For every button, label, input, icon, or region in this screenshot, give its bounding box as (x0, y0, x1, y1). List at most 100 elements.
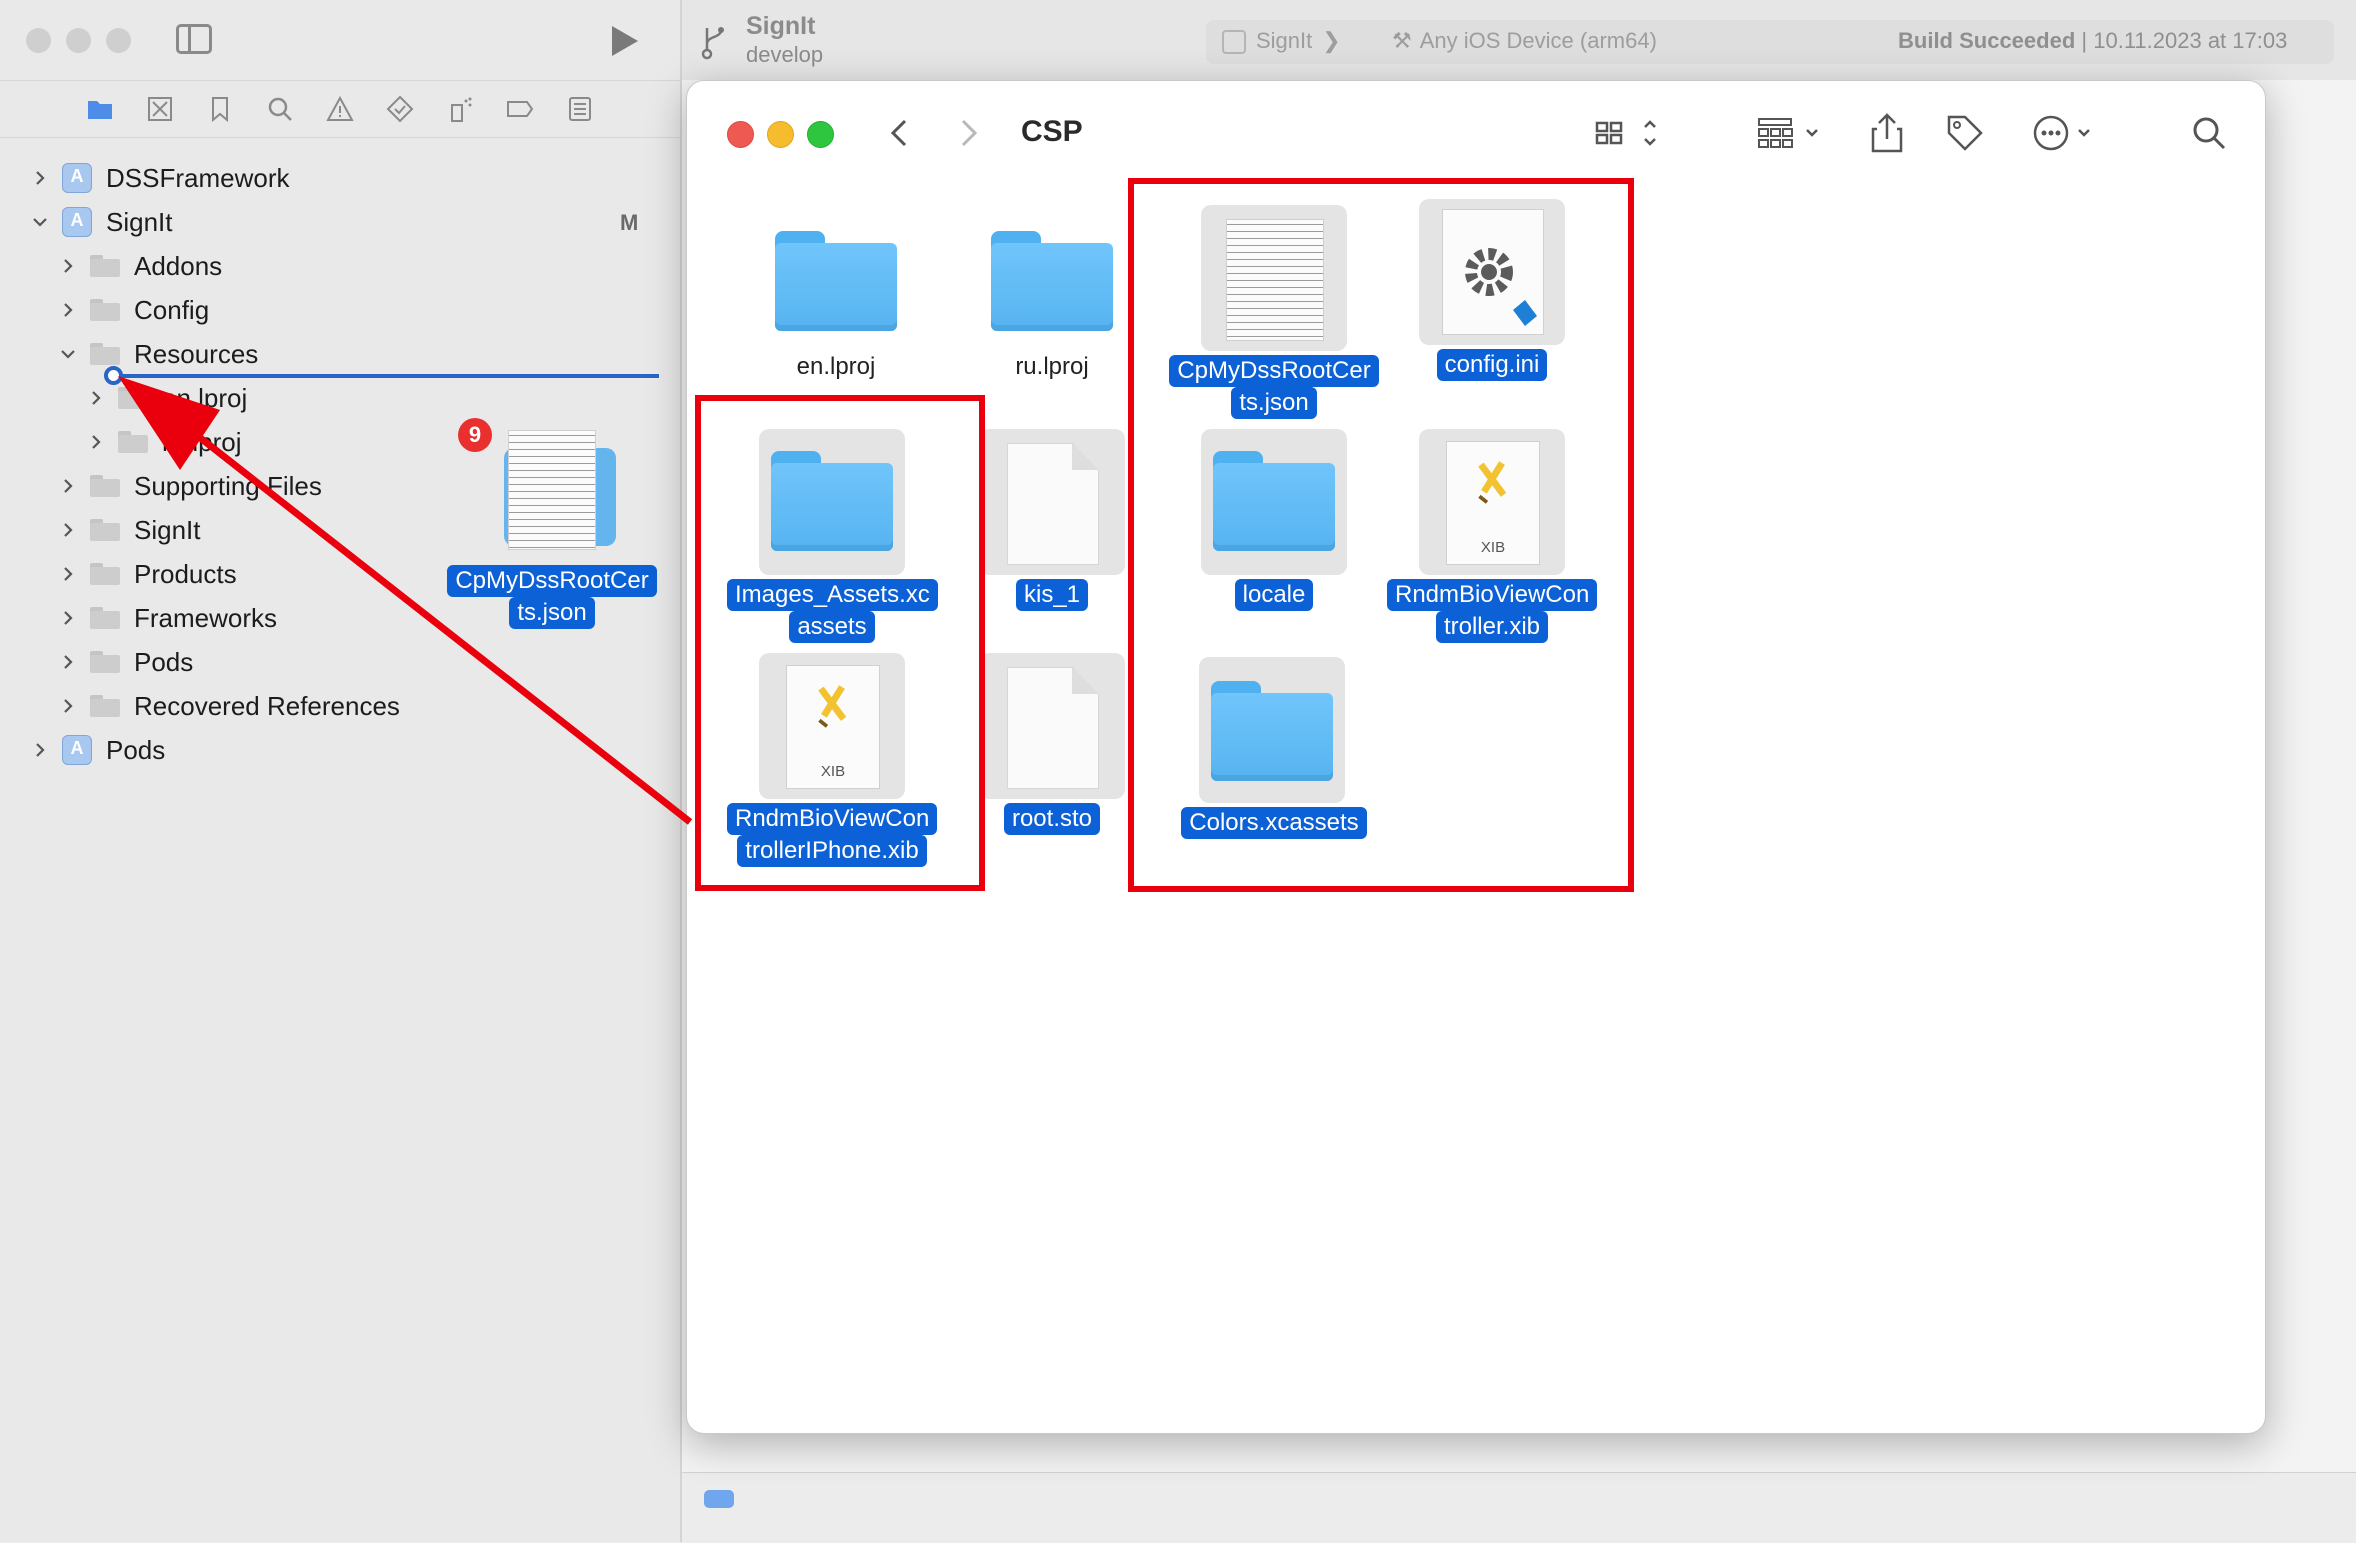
finder-window-title: CSP (1021, 115, 1083, 148)
group-folder-icon (90, 343, 120, 365)
source-control-icon[interactable] (146, 95, 174, 123)
drop-insertion-line (112, 374, 659, 378)
tree-item-dssframework[interactable]: DSSFramework (32, 158, 289, 198)
label-line1: kis_1 (1015, 579, 1089, 611)
chevron-right-icon[interactable] (60, 654, 76, 670)
bookmark-icon[interactable] (206, 95, 234, 123)
group-folder-icon (90, 563, 120, 585)
dragged-files-preview (490, 420, 620, 560)
tree-item-label: SignIt (134, 514, 201, 545)
chevron-down-icon[interactable] (60, 346, 76, 362)
zoom-window-button[interactable] (106, 28, 131, 53)
tree-item-supporting-files[interactable]: Supporting Files (60, 466, 322, 506)
drop-insertion-dot (104, 366, 123, 385)
close-window-button[interactable] (727, 121, 754, 148)
drag-count-badge: 9 (458, 418, 492, 452)
zoom-window-button[interactable] (807, 121, 834, 148)
tree-item-signit-project[interactable]: SignIt (32, 202, 173, 242)
blank-document-icon (1007, 443, 1099, 565)
chevron-right-icon[interactable] (32, 170, 48, 186)
tree-item-ru-lproj[interactable]: ru.lproj (88, 422, 241, 462)
report-list-icon[interactable] (566, 95, 594, 123)
tree-item-frameworks[interactable]: Frameworks (60, 598, 277, 638)
test-diamond-icon[interactable] (386, 95, 414, 123)
tree-item-config[interactable]: Config (60, 290, 209, 330)
hammer-icon: ⚒ (1392, 28, 1412, 53)
tree-item-resources[interactable]: Resources (60, 334, 258, 374)
branch-icon[interactable] (700, 24, 728, 60)
label-line1: root.sto (1003, 803, 1101, 835)
sidebar-toggle-icon[interactable] (176, 24, 212, 54)
group-folder-icon (118, 387, 148, 409)
tag-icon[interactable] (1945, 111, 1985, 155)
tree-item-products[interactable]: Products (60, 554, 237, 594)
find-icon[interactable] (266, 95, 294, 123)
group-folder-icon (90, 475, 120, 497)
chevron-right-icon[interactable] (60, 698, 76, 714)
run-button[interactable] (612, 26, 638, 56)
tree-item-addons[interactable]: Addons (60, 246, 222, 286)
tree-item-recovered-references[interactable]: Recovered References (60, 686, 400, 726)
xcode-project-icon (62, 735, 92, 765)
tree-item-label: Frameworks (134, 602, 278, 633)
chevron-right-icon[interactable] (88, 434, 104, 450)
navigator-tab-bar (0, 80, 680, 138)
more-actions-icon[interactable] (2031, 111, 2101, 155)
icon-view-grid-icon[interactable] (1593, 111, 1663, 155)
project-name-title: SignIt (746, 12, 816, 40)
scheme-selector[interactable]: SignIt ❯ (1222, 28, 1351, 55)
xcode-project-icon (62, 163, 92, 193)
finder-item-label: en.lproj (796, 353, 876, 380)
issue-warning-icon[interactable] (326, 95, 354, 123)
text-document-icon (508, 430, 596, 550)
chevron-right-icon[interactable] (60, 478, 76, 494)
group-folder-icon (90, 651, 120, 673)
editor-bottom-bar (682, 1472, 2356, 1543)
back-chevron-icon[interactable] (887, 111, 911, 155)
tree-item-label: Config (134, 294, 210, 325)
group-folder-icon (90, 299, 120, 321)
share-icon[interactable] (1869, 111, 1905, 155)
minimize-window-button[interactable] (66, 28, 91, 53)
tree-item-pods-project[interactable]: Pods (32, 730, 165, 770)
annotation-box-right (1128, 178, 1634, 892)
group-by-icon[interactable] (1755, 111, 1825, 155)
folder-icon (991, 231, 1113, 331)
chevron-right-icon[interactable] (60, 302, 76, 318)
project-navigator: M DSSFramework SignIt Addons Config Reso… (0, 0, 682, 1542)
folder-icon[interactable] (86, 95, 114, 123)
forward-chevron-icon[interactable] (957, 111, 981, 155)
chevron-right-icon: ❯ (1322, 28, 1341, 53)
tree-item-label: en.lproj (162, 382, 248, 413)
chevron-right-icon[interactable] (60, 522, 76, 538)
blank-document-icon (1007, 667, 1099, 789)
tree-item-pods-group[interactable]: Pods (60, 642, 193, 682)
close-window-button[interactable] (26, 28, 51, 53)
dragged-file-label: CpMyDssRootCer ts.json (444, 565, 660, 629)
chevron-right-icon[interactable] (60, 610, 76, 626)
chevron-right-icon[interactable] (88, 390, 104, 406)
chevron-right-icon[interactable] (60, 566, 76, 582)
filter-icon[interactable] (704, 1490, 734, 1508)
tree-item-label: Products (134, 558, 237, 589)
tree-item-label: Supporting Files (134, 470, 322, 501)
chevron-right-icon[interactable] (60, 258, 76, 274)
finder-item-label: ru.lproj (1015, 353, 1089, 380)
search-icon[interactable] (2191, 111, 2227, 155)
scheme-app-icon (1222, 30, 1246, 55)
annotation-box-left (695, 395, 985, 891)
run-destination-label: Any iOS Device (arm64) (1419, 28, 1657, 53)
run-destination-selector[interactable]: ⚒ Any iOS Device (arm64) (1392, 28, 1657, 54)
chevron-down-icon[interactable] (32, 214, 48, 230)
chevron-right-icon[interactable] (32, 742, 48, 758)
tree-item-signit-group[interactable]: SignIt (60, 510, 201, 550)
group-folder-icon (90, 255, 120, 277)
debug-spray-icon[interactable] (446, 95, 474, 123)
breakpoint-icon[interactable] (506, 95, 534, 123)
minimize-window-button[interactable] (767, 121, 794, 148)
build-status-time: | 10.11.2023 at 17:03 (2081, 28, 2288, 53)
scheme-selector-label: SignIt (1256, 28, 1313, 53)
drag-label-line1: CpMyDssRootCer (447, 565, 657, 597)
tree-item-label: Pods (106, 734, 166, 765)
branch-name[interactable]: develop (746, 42, 823, 68)
